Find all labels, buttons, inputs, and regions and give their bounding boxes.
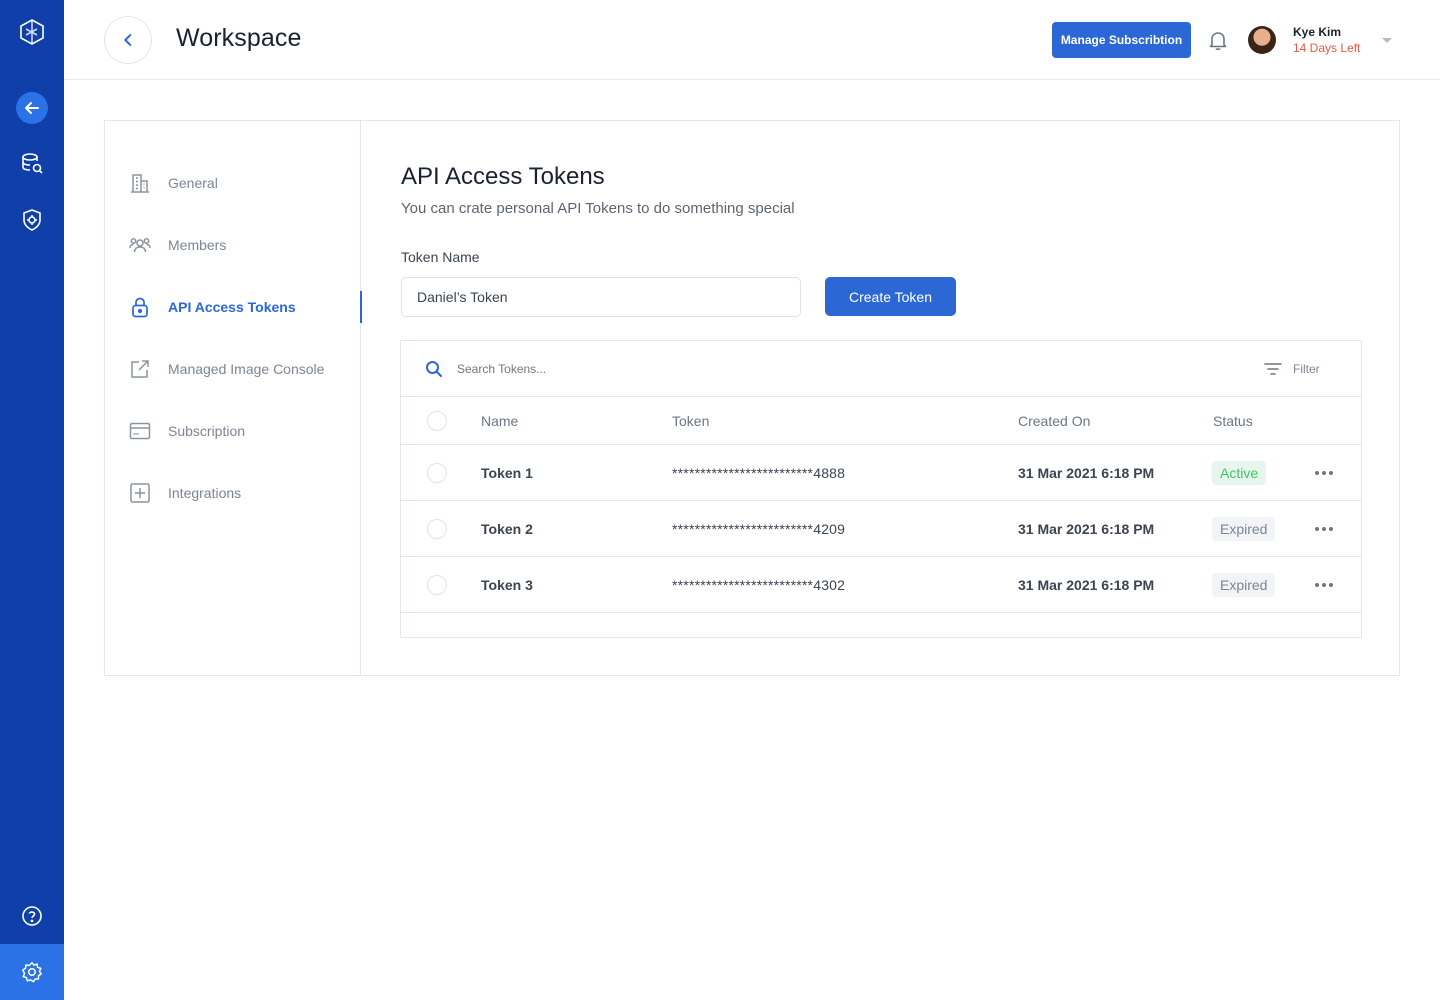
avatar[interactable] — [1248, 26, 1276, 54]
token-value-cell: *************************4302 — [672, 577, 846, 593]
created-on-cell: 31 Mar 2021 6:18 PM — [1018, 465, 1155, 481]
token-name-label: Token Name — [401, 249, 480, 265]
sidebar-item-label: General — [168, 175, 218, 191]
external-link-icon — [131, 360, 149, 378]
table-row[interactable]: Token 2 *************************4209 31… — [401, 501, 1361, 557]
select-all-checkbox[interactable] — [427, 411, 447, 431]
trial-days-left: 14 Days Left — [1293, 41, 1361, 55]
back-button[interactable] — [104, 16, 152, 64]
token-value-cell: *************************4888 — [672, 465, 846, 481]
table-row[interactable]: Token 3 *************************4302 31… — [401, 557, 1361, 613]
sidebar-item-label: Subscription — [168, 423, 246, 439]
table-header-row: Name Token Created On Status — [401, 397, 1361, 445]
sidebar-item-members[interactable]: Members — [105, 225, 361, 265]
section-description: You can crate personal API Tokens to do … — [401, 200, 795, 217]
bell-icon[interactable] — [1206, 28, 1230, 52]
chevron-down-icon[interactable] — [1382, 38, 1392, 43]
filter-label: Filter — [1293, 362, 1320, 376]
status-badge: Expired — [1212, 517, 1276, 541]
table-toolbar: Filter — [401, 341, 1361, 397]
settings-icon[interactable] — [0, 944, 64, 1000]
sidebar-item-label: Integrations — [168, 485, 242, 501]
logo-icon[interactable] — [0, 12, 64, 52]
database-search-icon[interactable] — [0, 144, 64, 184]
row-checkbox[interactable] — [427, 463, 447, 483]
tokens-table: Filter Name Token Created On Status Toke… — [400, 340, 1362, 638]
app-rail — [0, 0, 64, 1000]
sidebar-item-managed-image-console[interactable]: Managed Image Console — [105, 349, 361, 389]
filter-button[interactable]: Filter — [1263, 360, 1323, 378]
building-icon — [131, 174, 149, 193]
token-value-cell: *************************4209 — [672, 521, 846, 537]
created-on-cell: 31 Mar 2021 6:18 PM — [1018, 521, 1155, 537]
section-title: API Access Tokens — [401, 163, 605, 190]
more-options-icon[interactable] — [1315, 471, 1333, 475]
token-name-input[interactable] — [401, 277, 801, 317]
created-on-cell: 31 Mar 2021 6:18 PM — [1018, 577, 1155, 593]
settings-sidebar: General Members API Access Tokens Manage… — [105, 121, 362, 675]
sidebar-item-label: Members — [168, 237, 227, 253]
status-badge: Active — [1212, 461, 1267, 485]
manage-subscription-button[interactable]: Manage Subscribtion — [1052, 22, 1191, 58]
sidebar-item-subscription[interactable]: Subscription — [105, 411, 361, 451]
sidebar-item-integrations[interactable]: Integrations — [105, 473, 361, 513]
top-header: Workspace Manage Subscribtion Kye Kim 14… — [64, 0, 1440, 80]
user-name: Kye Kim — [1293, 25, 1342, 39]
search-input[interactable] — [457, 359, 957, 379]
chevron-left-icon — [124, 34, 132, 46]
row-checkbox[interactable] — [427, 519, 447, 539]
search-icon — [426, 361, 442, 377]
column-header-name[interactable]: Name — [481, 413, 518, 429]
create-token-button[interactable]: Create Token — [825, 277, 956, 316]
column-header-token[interactable]: Token — [672, 413, 709, 429]
card-icon — [129, 422, 151, 440]
sidebar-item-label: Managed Image Console — [168, 361, 325, 377]
column-header-created[interactable]: Created On — [1018, 413, 1090, 429]
back-nav-icon[interactable] — [0, 88, 64, 128]
filter-icon — [1264, 363, 1282, 375]
settings-card: General Members API Access Tokens Manage… — [104, 120, 1400, 676]
lock-icon — [132, 297, 148, 318]
more-options-icon[interactable] — [1315, 527, 1333, 531]
token-name-cell: Token 1 — [481, 465, 533, 481]
table-row[interactable]: Token 1 *************************4888 31… — [401, 445, 1361, 501]
status-badge: Expired — [1212, 573, 1276, 597]
column-header-status[interactable]: Status — [1213, 413, 1253, 429]
token-name-cell: Token 2 — [481, 521, 533, 537]
row-checkbox[interactable] — [427, 575, 447, 595]
token-name-cell: Token 3 — [481, 577, 533, 593]
more-options-icon[interactable] — [1315, 583, 1333, 587]
shield-icon[interactable] — [0, 200, 64, 240]
sidebar-item-general[interactable]: General — [105, 163, 361, 203]
sidebar-item-label: API Access Tokens — [168, 299, 296, 315]
members-icon — [129, 238, 151, 253]
help-icon[interactable] — [0, 896, 64, 936]
page-title: Workspace — [176, 24, 302, 52]
sidebar-item-api-tokens[interactable]: API Access Tokens — [105, 287, 362, 327]
plus-square-icon — [130, 483, 150, 503]
